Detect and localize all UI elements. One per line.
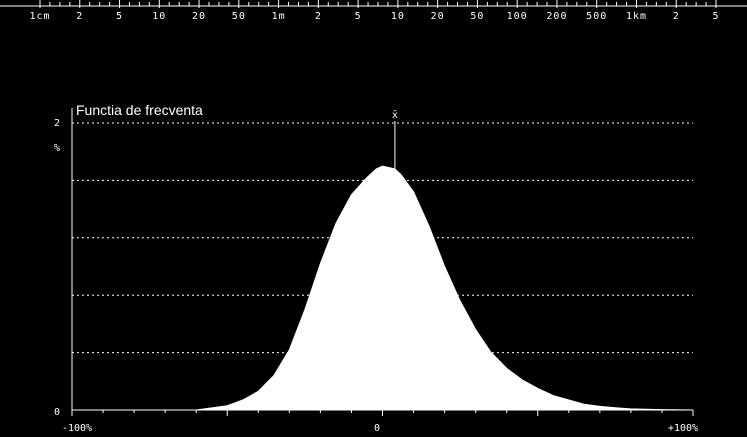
top-scale-label: 2 <box>673 11 680 22</box>
frequency-chart: 1cm 2 5 10 20 50 1m 2 5 10 20 50 100 200 500 1km 2 5 Func… <box>0 0 747 437</box>
y-tick-label-bottom: 0 <box>54 407 60 418</box>
top-scale-label: 20 <box>192 11 206 22</box>
top-scale-label: 1km <box>626 11 647 22</box>
top-scale-label: 10 <box>152 11 166 22</box>
top-scale-label: 1cm <box>29 11 50 22</box>
top-scale-label: 5 <box>116 11 123 22</box>
chart-title: Functia de frecventa <box>76 102 203 118</box>
top-scale-label: 500 <box>586 11 607 22</box>
top-scale-label: 50 <box>232 11 246 22</box>
top-scale-label: 2 <box>315 11 322 22</box>
x-tick-label-center: 0 <box>374 423 380 434</box>
x-tick-label-right: +100% <box>668 423 698 434</box>
top-scale-label: 2 <box>76 11 83 22</box>
y-axis-label: % <box>54 143 60 154</box>
top-scale-label: 5 <box>355 11 362 22</box>
top-scale-label: 10 <box>391 11 405 22</box>
y-tick-label-top: 2 <box>54 118 60 129</box>
top-scale-label: 100 <box>507 11 528 22</box>
top-scale-label: 20 <box>431 11 445 22</box>
top-scale-label: 200 <box>546 11 567 22</box>
mean-marker-label: x̄ <box>392 110 398 121</box>
top-scale-label: 1m <box>272 11 286 22</box>
top-scale-label: 5 <box>712 11 719 22</box>
top-scale-label: 50 <box>470 11 484 22</box>
x-tick-label-left: -100% <box>62 423 92 434</box>
